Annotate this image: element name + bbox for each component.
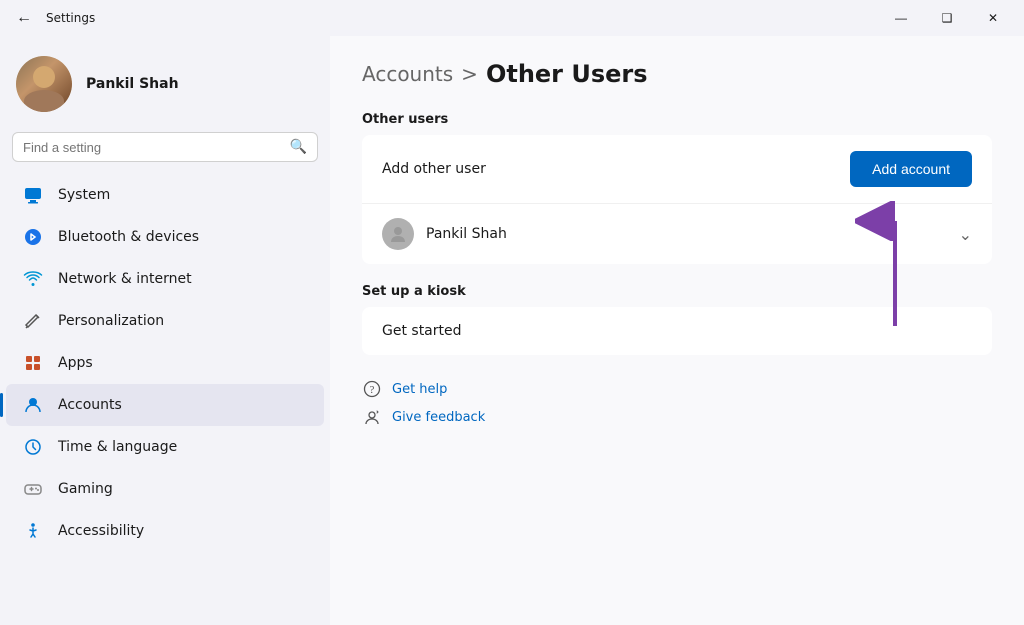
sidebar-item-label: Time & language	[58, 439, 177, 455]
add-other-user-row: Add other user Add account	[362, 135, 992, 204]
app-body: Pankil Shah 🔍 System	[0, 36, 1024, 625]
sidebar: Pankil Shah 🔍 System	[0, 36, 330, 625]
kiosk-section-label: Set up a kiosk	[362, 284, 992, 299]
sidebar-item-accessibility[interactable]: Accessibility	[6, 510, 324, 552]
get-help-link[interactable]: ? Get help	[362, 379, 992, 399]
breadcrumb-parent: Accounts	[362, 62, 453, 86]
sidebar-item-label: Accessibility	[58, 523, 144, 539]
user-profile[interactable]: Pankil Shah	[0, 44, 330, 132]
other-users-section-label: Other users	[362, 112, 992, 127]
sidebar-item-label: System	[58, 187, 110, 203]
breadcrumb: Accounts > Other Users	[362, 60, 992, 88]
sidebar-item-label: Accounts	[58, 397, 122, 413]
user-row-name: Pankil Shah	[426, 226, 947, 242]
search-icon: 🔍	[290, 139, 307, 155]
svg-text:?: ?	[370, 384, 375, 396]
add-other-user-label: Add other user	[382, 161, 850, 177]
add-account-button[interactable]: Add account	[850, 151, 972, 187]
user-avatar-small	[382, 218, 414, 250]
sidebar-item-label: Gaming	[58, 481, 113, 497]
apps-icon	[22, 352, 44, 374]
feedback-icon	[362, 407, 382, 427]
avatar-image	[16, 56, 72, 112]
back-button[interactable]: ←	[12, 5, 36, 31]
chevron-down-icon: ⌄	[959, 225, 972, 244]
sidebar-item-bluetooth[interactable]: Bluetooth & devices	[6, 216, 324, 258]
titlebar-left: ← Settings	[12, 5, 95, 31]
system-icon	[22, 184, 44, 206]
window-controls: — ❑ ✕	[878, 2, 1016, 34]
maximize-button[interactable]: ❑	[924, 2, 970, 34]
user-display-name: Pankil Shah	[86, 76, 179, 92]
sidebar-item-label: Personalization	[58, 313, 164, 329]
search-input[interactable]	[23, 140, 282, 155]
titlebar: ← Settings — ❑ ✕	[0, 0, 1024, 36]
minimize-button[interactable]: —	[878, 2, 924, 34]
kiosk-card: Get started	[362, 307, 992, 355]
sidebar-item-label: Bluetooth & devices	[58, 229, 199, 245]
sidebar-item-time[interactable]: Time & language	[6, 426, 324, 468]
accounts-icon	[22, 394, 44, 416]
footer-links: ? Get help Give feedback	[362, 379, 992, 427]
app-title: Settings	[46, 11, 95, 25]
personalization-icon	[22, 310, 44, 332]
search-box[interactable]: 🔍	[12, 132, 318, 162]
avatar	[16, 56, 72, 112]
network-icon	[22, 268, 44, 290]
get-started-row[interactable]: Get started	[362, 307, 992, 355]
help-icon: ?	[362, 379, 382, 399]
bluetooth-icon	[22, 226, 44, 248]
get-help-label: Get help	[392, 382, 447, 397]
breadcrumb-separator: >	[461, 62, 478, 86]
sidebar-item-network[interactable]: Network & internet	[6, 258, 324, 300]
user-list-row[interactable]: Pankil Shah ⌄	[362, 204, 992, 264]
give-feedback-link[interactable]: Give feedback	[362, 407, 992, 427]
breadcrumb-current: Other Users	[486, 60, 648, 88]
close-button[interactable]: ✕	[970, 2, 1016, 34]
get-started-label: Get started	[382, 323, 462, 339]
sidebar-item-gaming[interactable]: Gaming	[6, 468, 324, 510]
accessibility-icon	[22, 520, 44, 542]
other-users-card: Add other user Add account Pankil Shah ⌄	[362, 135, 992, 264]
sidebar-item-accounts[interactable]: Accounts	[6, 384, 324, 426]
main-content: Accounts > Other Users Other users Add o…	[330, 36, 1024, 625]
time-icon	[22, 436, 44, 458]
sidebar-item-system[interactable]: System	[6, 174, 324, 216]
give-feedback-label: Give feedback	[392, 410, 485, 425]
sidebar-item-personalization[interactable]: Personalization	[6, 300, 324, 342]
sidebar-item-apps[interactable]: Apps	[6, 342, 324, 384]
sidebar-item-label: Apps	[58, 355, 93, 371]
sidebar-item-label: Network & internet	[58, 271, 192, 287]
gaming-icon	[22, 478, 44, 500]
